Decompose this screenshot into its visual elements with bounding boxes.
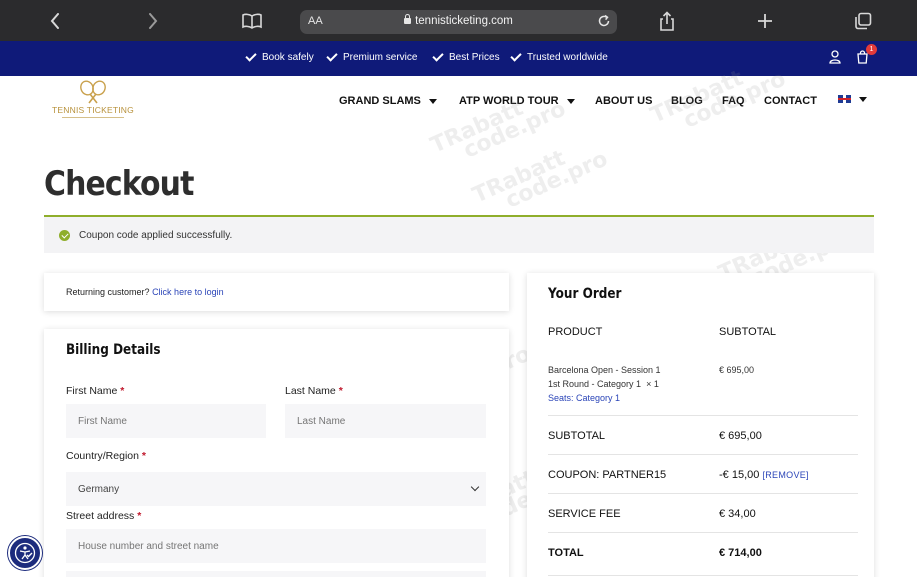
promo-bar: Book safely Premium service Best Prices …: [0, 41, 917, 76]
first-name-field[interactable]: [66, 404, 266, 438]
accessibility-button[interactable]: [8, 536, 42, 570]
promo-item: Best Prices: [432, 49, 500, 63]
last-name-field[interactable]: [285, 404, 486, 438]
chevron-down-icon: [859, 96, 867, 102]
item-seats: Seats: Category 1: [548, 393, 621, 403]
nav-atp-world-tour[interactable]: ATP WORLD TOUR: [459, 95, 575, 107]
divider: [548, 415, 858, 416]
uk-flag-icon: [838, 95, 851, 103]
remove-coupon-link[interactable]: [REMOVE]: [762, 470, 808, 480]
nav-grand-slams[interactable]: GRAND SLAMS: [339, 95, 437, 107]
check-icon: [510, 49, 522, 62]
logo-underline: [62, 117, 124, 118]
coupon-success-notice: Coupon code applied successfully.: [44, 215, 874, 253]
billing-details-card: Billing Details First Name * Last Name *…: [44, 329, 509, 577]
coupon-row-value: -€ 15,00 [REMOVE]: [719, 469, 809, 481]
country-label: Country/Region *: [66, 450, 146, 462]
accessibility-icon: [14, 542, 36, 564]
promo-item: Book safely: [245, 49, 314, 63]
first-name-label: First Name *: [66, 385, 125, 397]
url-text: tennisticketing.com: [415, 15, 513, 27]
notice-text: Coupon code applied successfully.: [79, 230, 233, 241]
login-link[interactable]: Click here to login: [152, 287, 224, 297]
promo-item: Premium service: [326, 49, 417, 63]
order-item: Barcelona Open - Session 1 1st Round - C…: [548, 363, 661, 405]
browser-toolbar: AA tennisticketing.com: [0, 0, 917, 41]
site-logo[interactable]: TENNIS TICKETING: [48, 80, 138, 122]
reload-icon[interactable]: [597, 14, 611, 33]
forward-icon[interactable]: [141, 9, 165, 33]
subtotal-value: € 695,00: [719, 430, 762, 442]
coupon-label: COUPON: PARTNER15: [548, 469, 667, 481]
divider: [548, 532, 858, 533]
col-subtotal-header: SUBTOTAL: [719, 326, 777, 338]
check-icon: [245, 49, 257, 62]
back-icon[interactable]: [43, 9, 67, 33]
check-icon: [432, 49, 444, 62]
returning-prompt: Returning customer?: [66, 287, 150, 297]
promo-item: Trusted worldwide: [510, 49, 608, 63]
plus-icon[interactable]: [753, 9, 777, 33]
service-fee-value: € 34,00: [719, 508, 756, 520]
nav-about-us[interactable]: ABOUT US: [595, 95, 652, 107]
item-name: Barcelona Open - Session 1: [548, 365, 661, 375]
divider: [548, 454, 858, 455]
country-value: Germany: [78, 483, 120, 495]
nav-blog[interactable]: BLOG: [671, 95, 703, 107]
total-value: € 714,00: [719, 547, 762, 559]
street-address-field[interactable]: [66, 529, 486, 563]
user-icon[interactable]: [829, 50, 841, 69]
check-icon: [326, 49, 338, 62]
language-selector[interactable]: [838, 95, 867, 103]
page-title: Checkout: [44, 164, 194, 204]
billing-heading: Billing Details: [66, 342, 161, 358]
last-name-label: Last Name *: [285, 385, 343, 397]
lock-icon: [404, 14, 412, 24]
item-category: 1st Round - Category 1: [548, 379, 642, 389]
logo-text: TENNIS TICKETING: [52, 105, 134, 115]
total-label: TOTAL: [548, 547, 584, 559]
coupon-value: -€ 15,00: [719, 469, 760, 481]
item-quantity: × 1: [646, 379, 659, 389]
tabs-icon[interactable]: [851, 9, 875, 33]
order-heading: Your Order: [548, 286, 622, 302]
street-label: Street address *: [66, 510, 142, 522]
street-address-line2-field[interactable]: [66, 571, 486, 577]
cart-count-badge: 1: [866, 44, 877, 55]
url-bar[interactable]: AA tennisticketing.com: [300, 10, 617, 34]
watermark: TRabattcode.pro: [468, 145, 612, 214]
country-select[interactable]: Germany: [66, 472, 486, 506]
item-price: € 695,00: [719, 365, 755, 375]
check-circle-icon: [59, 230, 70, 241]
subtotal-label: SUBTOTAL: [548, 430, 606, 442]
chevron-down-icon: [428, 98, 437, 104]
returning-customer-card: Returning customer? Click here to login: [44, 273, 509, 311]
service-fee-label: SERVICE FEE: [548, 508, 621, 520]
order-summary-card: Your Order PRODUCT SUBTOTAL Barcelona Op…: [527, 273, 874, 577]
share-icon[interactable]: [655, 9, 679, 33]
book-icon[interactable]: [240, 9, 264, 33]
chevron-down-icon: [566, 98, 575, 104]
divider: [548, 575, 858, 576]
nav-contact[interactable]: CONTACT: [764, 95, 817, 107]
chevron-down-icon: [470, 482, 480, 492]
nav-faq[interactable]: FAQ: [722, 95, 745, 107]
divider: [548, 493, 858, 494]
rackets-icon: [80, 80, 106, 104]
col-product-header: PRODUCT: [548, 326, 603, 338]
